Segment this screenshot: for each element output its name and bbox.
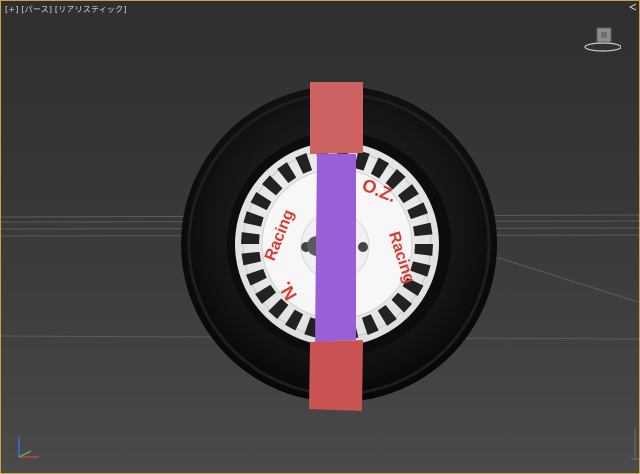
strap-center[interactable] <box>315 154 356 342</box>
viewcube-icon[interactable] <box>581 25 622 55</box>
viewport-menu-plus[interactable]: [+] <box>5 5 19 14</box>
viewport-menu-view[interactable]: [パース] <box>21 5 52 14</box>
strap-bottom[interactable] <box>309 340 363 411</box>
scene-canvas[interactable]: Racing Racing O.Z. N. <box>1 1 640 474</box>
strap-top[interactable] <box>310 82 363 154</box>
perspective-viewport[interactable]: Racing Racing O.Z. N. [+] [パース] [リアリスティッ… <box>0 0 640 474</box>
axis-tripod-icon <box>13 431 43 463</box>
viewport-edge-marker <box>629 429 639 469</box>
viewport-menu-shading[interactable]: [リアリスティック] <box>55 5 127 14</box>
viewport-label: [+] [パース] [リアリスティック] <box>5 4 127 15</box>
viewport-corner-mark <box>628 3 637 11</box>
